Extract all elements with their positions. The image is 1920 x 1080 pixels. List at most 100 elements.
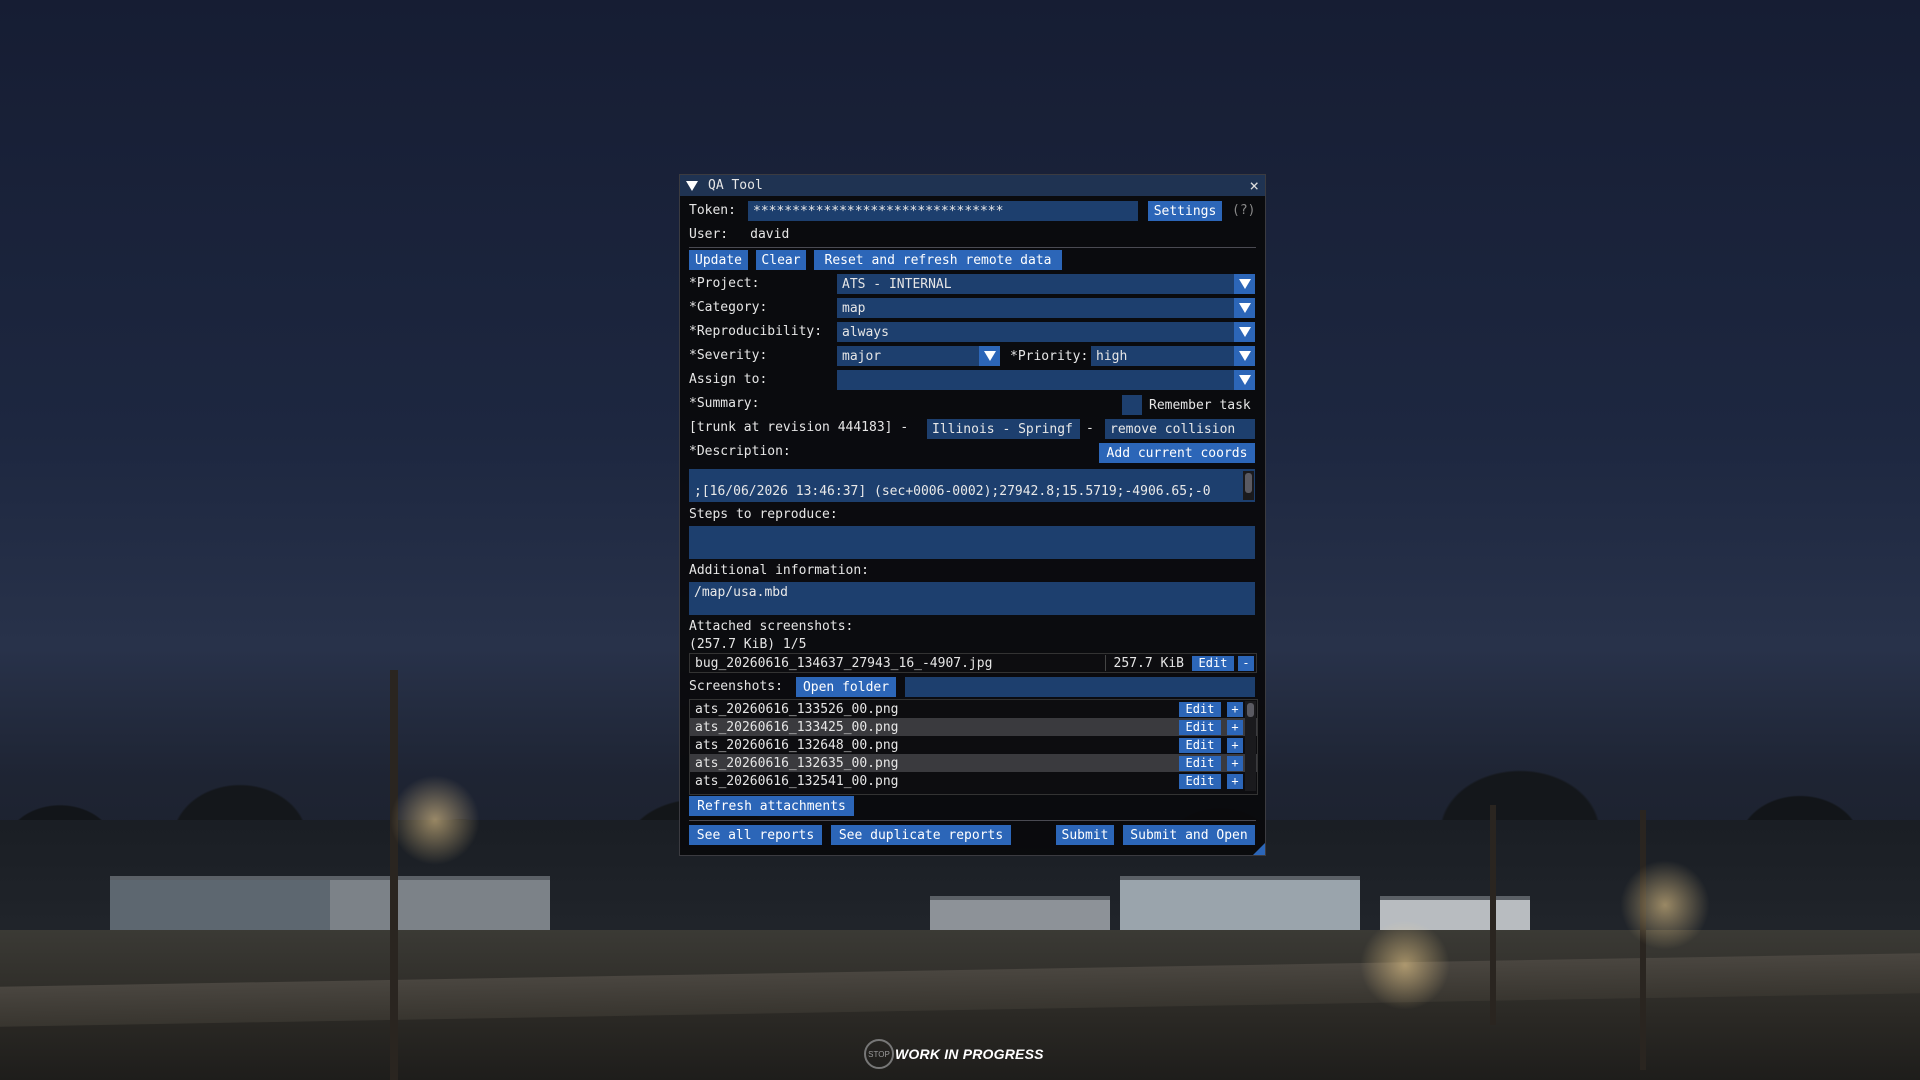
project-label: *Project: (689, 275, 760, 291)
edit-button[interactable]: Edit (1179, 701, 1221, 717)
screenshots-filter-input[interactable] (905, 677, 1255, 697)
priority-value: high (1096, 348, 1128, 364)
help-marker[interactable]: (?) (1232, 203, 1255, 218)
chevron-down-icon[interactable] (1234, 346, 1255, 366)
list-item[interactable]: ats_20260616_133425_00.png Edit + (690, 718, 1257, 736)
title-bar[interactable]: QA Tool × (680, 175, 1265, 196)
steps-textarea[interactable] (689, 526, 1255, 559)
add-coords-button[interactable]: Add current coords (1099, 443, 1255, 463)
steps-label: Steps to reproduce: (689, 506, 838, 522)
add-button[interactable]: + (1227, 773, 1243, 789)
collapse-triangle-icon[interactable] (686, 180, 698, 191)
screenshot-name: ats_20260616_132541_00.png (695, 773, 899, 789)
screenshots-label: Screenshots: (689, 678, 783, 694)
attached-summary: (257.7 KiB) 1/5 (689, 636, 807, 652)
stop-sign-icon: STOP (864, 1039, 894, 1069)
edit-button[interactable]: Edit (1179, 719, 1221, 735)
submit-and-open-button[interactable]: Submit and Open (1123, 825, 1255, 845)
description-textarea[interactable]: ;[16/06/2026 13:46:37] (sec+0006-0002);2… (689, 469, 1255, 502)
attached-edit-button[interactable]: Edit (1192, 655, 1234, 671)
separator (689, 820, 1256, 821)
chevron-down-icon[interactable] (1234, 370, 1255, 390)
token-input[interactable]: ******************************** (748, 201, 1138, 221)
remember-task-label: Remember task (1149, 398, 1251, 413)
summary-input[interactable]: remove collision (1105, 419, 1255, 439)
edit-button[interactable]: Edit (1179, 737, 1221, 753)
summary-prefix: [trunk at revision 444183] - (689, 419, 909, 435)
reset-refresh-button[interactable]: Reset and refresh remote data (814, 250, 1062, 270)
attached-label: Attached screenshots: (689, 618, 854, 634)
street-light-glow (390, 775, 480, 865)
add-button[interactable]: + (1227, 719, 1243, 735)
priority-dropdown[interactable]: high (1091, 346, 1255, 366)
token-label: Token: (689, 202, 736, 218)
reproducibility-dropdown[interactable]: always (837, 322, 1255, 342)
clear-button[interactable]: Clear (756, 250, 806, 270)
column-divider (1104, 655, 1106, 671)
add-button[interactable]: + (1227, 755, 1243, 771)
refresh-attachments-button[interactable]: Refresh attachments (689, 796, 854, 816)
summary-label: *Summary: (689, 395, 760, 411)
work-in-progress-label: WORK IN PROGRESS (895, 1046, 1044, 1062)
edit-button[interactable]: Edit (1179, 755, 1221, 771)
reproducibility-value: always (842, 324, 889, 340)
submit-button[interactable]: Submit (1056, 825, 1114, 845)
update-button[interactable]: Update (689, 250, 748, 270)
list-item[interactable]: ats_20260616_132648_00.png Edit + (690, 736, 1257, 754)
add-button[interactable]: + (1227, 701, 1243, 717)
list-item[interactable]: ats_20260616_132541_00.png Edit + (690, 772, 1257, 790)
additional-textarea[interactable]: /map/usa.mbd (689, 582, 1255, 615)
reproducibility-label: *Reproducibility: (689, 323, 823, 339)
screenshot-name: ats_20260616_133425_00.png (695, 719, 899, 735)
add-button[interactable]: + (1227, 737, 1243, 753)
user-label: User: (689, 226, 729, 242)
see-duplicate-reports-button[interactable]: See duplicate reports (831, 825, 1011, 845)
attached-file-size: 257.7 KiB (1113, 655, 1184, 671)
attached-file-name: bug_20260616_134637_27943_16_-4907.jpg (695, 655, 993, 671)
screenshot-name: ats_20260616_132635_00.png (695, 755, 899, 771)
attached-file-row[interactable]: bug_20260616_134637_27943_16_-4907.jpg 2… (689, 653, 1257, 673)
settings-button[interactable]: Settings (1148, 201, 1222, 221)
project-value: ATS - INTERNAL (842, 276, 952, 292)
severity-dropdown[interactable]: major (837, 346, 1000, 366)
category-dropdown[interactable]: map (837, 298, 1255, 318)
chevron-down-icon[interactable] (1234, 274, 1255, 294)
street-light-glow (1620, 860, 1710, 950)
screenshot-name: ats_20260616_133526_00.png (695, 701, 899, 717)
project-dropdown[interactable]: ATS - INTERNAL (837, 274, 1255, 294)
assign-dropdown[interactable] (837, 370, 1255, 390)
severity-label: *Severity: (689, 347, 768, 363)
close-icon[interactable]: × (1249, 176, 1259, 195)
screenshot-name: ats_20260616_132648_00.png (695, 737, 899, 753)
priority-label: *Priority: (1010, 349, 1089, 364)
edit-button[interactable]: Edit (1179, 773, 1221, 789)
chevron-down-icon[interactable] (1234, 322, 1255, 342)
list-item[interactable]: ats_20260616_133526_00.png Edit + (690, 700, 1257, 718)
remember-task-checkbox[interactable] (1122, 395, 1142, 415)
open-folder-button[interactable]: Open folder (796, 677, 896, 697)
additional-label: Additional information: (689, 562, 870, 578)
street-light-glow (1360, 920, 1450, 1010)
window-title: QA Tool (708, 178, 763, 193)
category-value: map (842, 300, 866, 316)
screenshots-scrollbar[interactable] (1245, 701, 1256, 791)
description-scrollbar[interactable] (1243, 471, 1254, 500)
chevron-down-icon[interactable] (1234, 298, 1255, 318)
list-item[interactable]: ats_20260616_132635_00.png Edit + (690, 754, 1257, 772)
screenshots-list[interactable]: ats_20260616_133526_00.png Edit + ats_20… (689, 699, 1258, 795)
qa-tool-window[interactable]: QA Tool × Token: ***********************… (679, 174, 1266, 856)
attached-remove-button[interactable]: - (1238, 655, 1254, 671)
description-label: *Description: (689, 443, 791, 459)
category-label: *Category: (689, 299, 768, 315)
utility-pole (390, 670, 398, 1080)
assign-label: Assign to: (689, 371, 768, 387)
see-all-reports-button[interactable]: See all reports (689, 825, 822, 845)
separator (689, 247, 1256, 248)
severity-value: major (842, 348, 882, 364)
user-value: david (750, 226, 790, 242)
utility-pole (1490, 805, 1496, 1025)
summary-location-input[interactable]: Illinois - Springf (927, 419, 1080, 439)
summary-dash: - (1086, 421, 1094, 436)
chevron-down-icon[interactable] (979, 346, 1000, 366)
resize-grip-icon[interactable] (1253, 843, 1265, 855)
